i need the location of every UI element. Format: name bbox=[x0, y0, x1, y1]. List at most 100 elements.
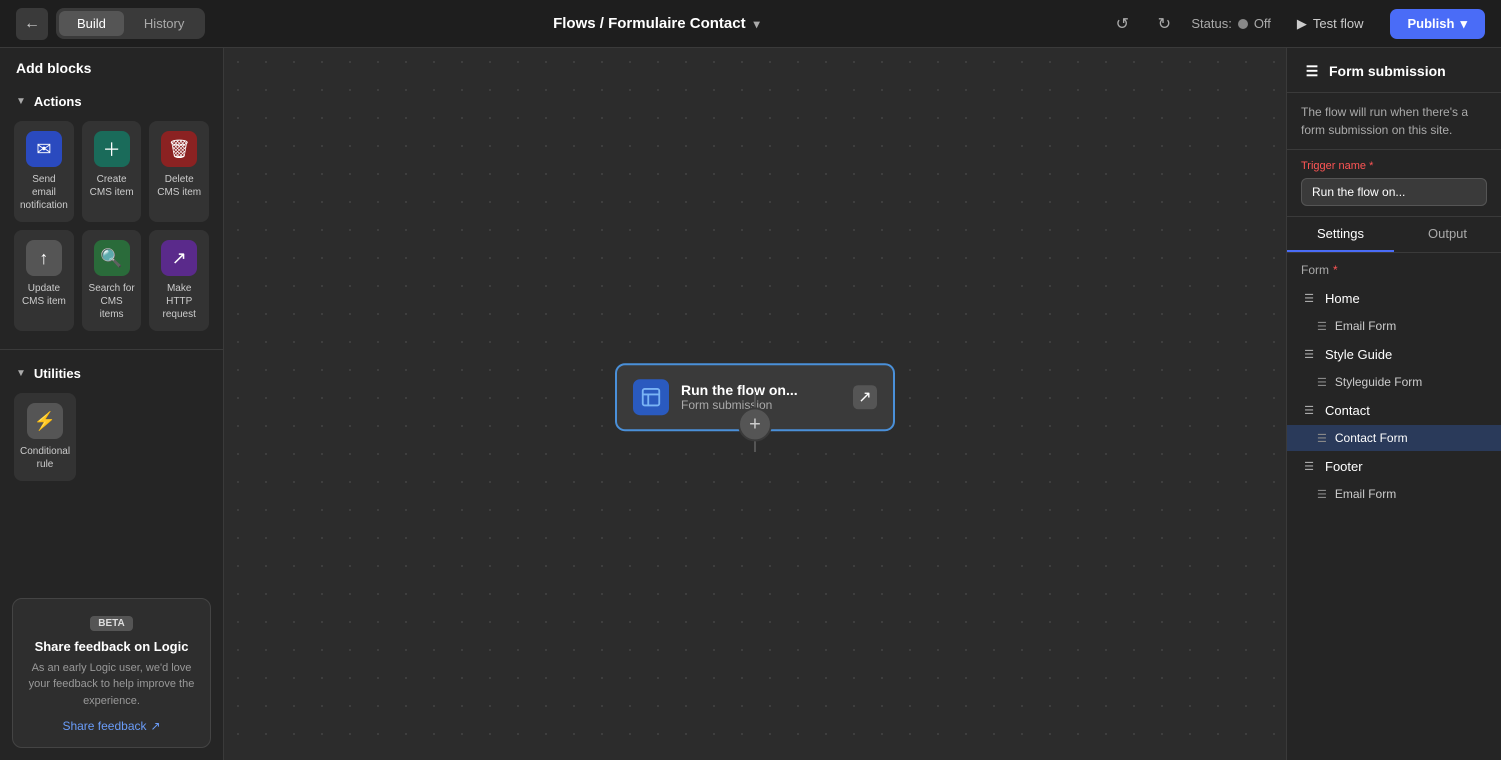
beta-box: BETA Share feedback on Logic As an early… bbox=[12, 598, 211, 749]
block-update-cms[interactable]: ↑ Update CMS item bbox=[14, 230, 74, 331]
form-child-1-0[interactable]: ☰ Styleguide Form bbox=[1287, 369, 1501, 395]
form-child-label: Email Form bbox=[1335, 487, 1396, 501]
utilities-label: Utilities bbox=[34, 366, 81, 381]
trigger-label-text: Trigger name bbox=[1301, 160, 1366, 172]
add-blocks-title: Add blocks bbox=[0, 48, 223, 82]
form-group-1: ☰ Style Guide ☰ Styleguide Form bbox=[1287, 339, 1501, 395]
redo-button[interactable]: ↻ bbox=[1149, 9, 1179, 39]
top-bar-right: ↺ ↻ Status: Off ▶ Test flow Publish ▾ bbox=[1107, 9, 1485, 39]
left-panel: Add blocks ▼ Actions ✉ Send email notifi… bbox=[0, 48, 224, 760]
flow-title-caret[interactable]: ▾ bbox=[754, 17, 760, 31]
block-search-cms[interactable]: 🔍 Search for CMS items bbox=[82, 230, 142, 331]
top-bar-center: Flows / Formulaire Contact ▾ bbox=[553, 15, 760, 32]
utilities-block-grid: ⚡ Conditional rule bbox=[0, 389, 223, 495]
form-group-label: Contact bbox=[1325, 403, 1370, 418]
right-panel-title: ☰ Form submission bbox=[1287, 48, 1501, 93]
form-child-3-0[interactable]: ☰ Email Form bbox=[1287, 481, 1501, 507]
utilities-arrow-icon: ▼ bbox=[16, 368, 26, 379]
form-child-icon: ☰ bbox=[1317, 488, 1327, 501]
tab-output[interactable]: Output bbox=[1394, 217, 1501, 252]
form-group-label: Footer bbox=[1325, 459, 1363, 474]
form-field-label: Form bbox=[1301, 263, 1329, 277]
flow-node-expand-button[interactable]: ↗ bbox=[853, 385, 877, 409]
publish-caret-icon: ▾ bbox=[1460, 16, 1467, 32]
share-feedback-link[interactable]: Share feedback ↗ bbox=[27, 719, 196, 733]
form-child-label: Contact Form bbox=[1335, 431, 1408, 445]
block-send-email[interactable]: ✉ Send email notification bbox=[14, 121, 74, 222]
expand-icon: ↗ bbox=[858, 387, 871, 407]
trigger-name-input[interactable] bbox=[1301, 178, 1487, 206]
tab-settings[interactable]: Settings bbox=[1287, 217, 1394, 252]
actions-section-header[interactable]: ▼ Actions bbox=[0, 82, 223, 117]
form-submission-icon: ☰ bbox=[1303, 62, 1321, 80]
tab-build[interactable]: Build bbox=[59, 11, 124, 36]
form-group-parent-0[interactable]: ☰ Home bbox=[1287, 283, 1501, 313]
form-child-label: Email Form bbox=[1335, 319, 1396, 333]
form-child-label: Styleguide Form bbox=[1335, 375, 1422, 389]
share-feedback-icon: ↗ bbox=[151, 719, 161, 733]
http-request-label: Make HTTP request bbox=[155, 282, 203, 321]
utilities-section-header[interactable]: ▼ Utilities bbox=[0, 354, 223, 389]
settings-output-tabs: Settings Output bbox=[1287, 217, 1501, 253]
conditional-label: Conditional rule bbox=[20, 445, 70, 471]
create-cms-icon: ＋ bbox=[94, 131, 130, 167]
block-http-request[interactable]: ↗ Make HTTP request bbox=[149, 230, 209, 331]
trigger-section: Trigger name * bbox=[1287, 150, 1501, 217]
search-cms-icon: 🔍 bbox=[94, 240, 130, 276]
flow-path-text: Flows / Formulaire Contact bbox=[553, 15, 746, 32]
delete-cms-icon: 🗑 bbox=[161, 131, 197, 167]
add-icon: + bbox=[749, 413, 761, 436]
update-cms-icon: ↑ bbox=[26, 240, 62, 276]
actions-label: Actions bbox=[34, 94, 82, 109]
status-value: Off bbox=[1254, 16, 1271, 31]
block-create-cms[interactable]: ＋ Create CMS item bbox=[82, 121, 142, 222]
publish-button[interactable]: Publish ▾ bbox=[1390, 9, 1485, 39]
canvas[interactable]: Run the flow on... Form submission ↗ + bbox=[224, 48, 1286, 760]
form-child-2-0[interactable]: ☰ Contact Form bbox=[1287, 425, 1501, 451]
form-child-0-0[interactable]: ☰ Email Form bbox=[1287, 313, 1501, 339]
send-email-icon: ✉ bbox=[26, 131, 62, 167]
tab-history[interactable]: History bbox=[126, 11, 202, 36]
block-conditional[interactable]: ⚡ Conditional rule bbox=[14, 393, 76, 481]
form-group-0: ☰ Home ☰ Email Form bbox=[1287, 283, 1501, 339]
block-delete-cms[interactable]: 🗑 Delete CMS item bbox=[149, 121, 209, 222]
form-group-2: ☰ Contact ☰ Contact Form bbox=[1287, 395, 1501, 451]
flow-node-title: Run the flow on... bbox=[681, 382, 841, 398]
main-content: Add blocks ▼ Actions ✉ Send email notifi… bbox=[0, 48, 1501, 760]
form-required-mark: * bbox=[1333, 263, 1338, 277]
form-child-icon: ☰ bbox=[1317, 376, 1327, 389]
form-group-3: ☰ Footer ☰ Email Form bbox=[1287, 451, 1501, 507]
status-badge: Status: Off bbox=[1191, 16, 1271, 31]
update-cms-label: Update CMS item bbox=[20, 282, 68, 308]
add-node-button[interactable]: + bbox=[738, 407, 772, 441]
right-panel: ☰ Form submission The flow will run when… bbox=[1286, 48, 1501, 760]
status-label: Status: bbox=[1191, 16, 1231, 31]
form-group-icon: ☰ bbox=[1301, 402, 1317, 418]
beta-title: Share feedback on Logic bbox=[27, 639, 196, 654]
section-divider bbox=[0, 349, 223, 350]
form-child-icon: ☰ bbox=[1317, 320, 1327, 333]
top-bar: ← Build History Flows / Formulaire Conta… bbox=[0, 0, 1501, 48]
form-group-parent-1[interactable]: ☰ Style Guide bbox=[1287, 339, 1501, 369]
form-group-parent-3[interactable]: ☰ Footer bbox=[1287, 451, 1501, 481]
form-label-row: Form * bbox=[1287, 253, 1501, 283]
actions-block-grid: ✉ Send email notification ＋ Create CMS i… bbox=[0, 117, 223, 345]
delete-cms-label: Delete CMS item bbox=[155, 173, 203, 199]
form-child-icon: ☰ bbox=[1317, 432, 1327, 445]
test-flow-button[interactable]: ▶ Test flow bbox=[1283, 10, 1378, 38]
status-dot bbox=[1238, 19, 1248, 29]
trigger-label: Trigger name * bbox=[1301, 160, 1487, 172]
form-group-parent-2[interactable]: ☰ Contact bbox=[1287, 395, 1501, 425]
http-request-icon: ↗ bbox=[161, 240, 197, 276]
test-flow-label: Test flow bbox=[1313, 16, 1364, 31]
form-group-label: Style Guide bbox=[1325, 347, 1392, 362]
play-icon: ▶ bbox=[1297, 16, 1307, 32]
undo-button[interactable]: ↺ bbox=[1107, 9, 1137, 39]
back-button[interactable]: ← bbox=[16, 8, 48, 40]
beta-description: As an early Logic user, we'd love your f… bbox=[27, 660, 196, 710]
publish-label: Publish bbox=[1408, 16, 1455, 31]
flow-title: Flows / Formulaire Contact ▾ bbox=[553, 15, 760, 32]
form-group-icon: ☰ bbox=[1301, 458, 1317, 474]
trigger-required-mark: * bbox=[1369, 160, 1373, 172]
top-bar-left: ← Build History bbox=[16, 8, 205, 40]
